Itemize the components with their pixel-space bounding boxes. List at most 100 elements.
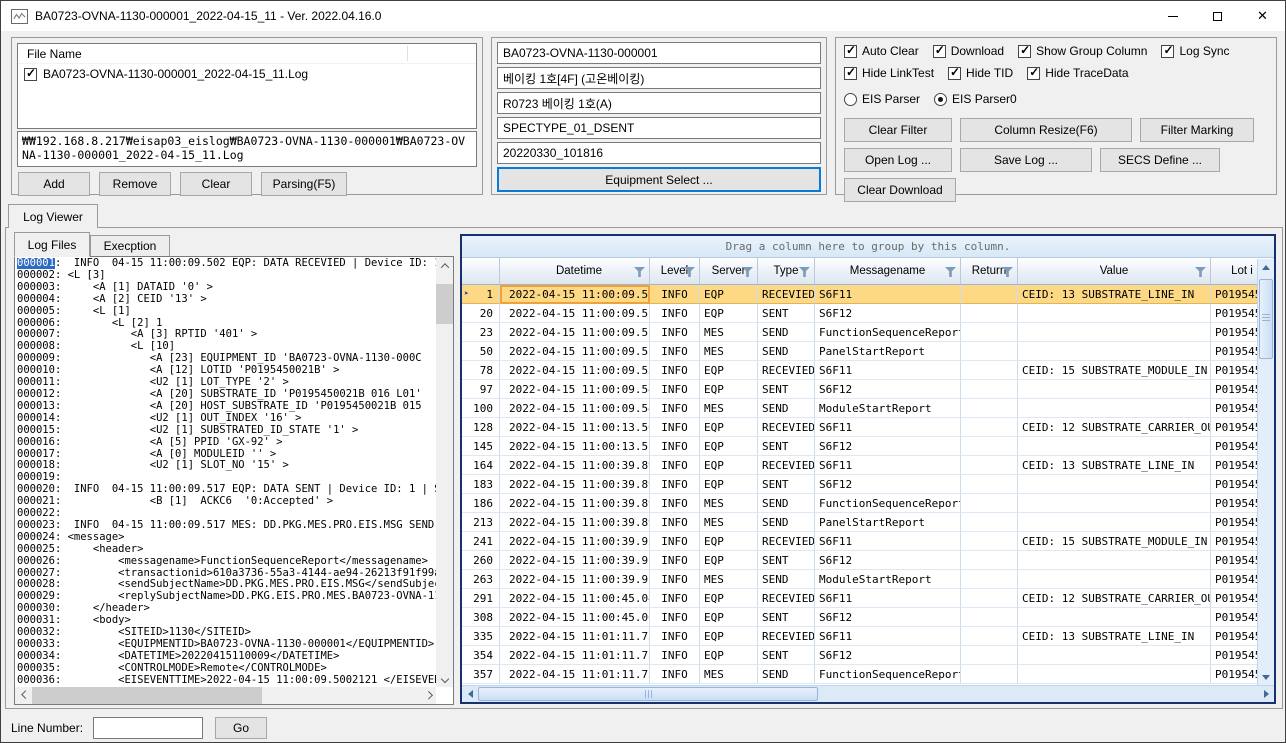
scroll-right-button[interactable] (419, 687, 436, 704)
table-row[interactable]: 782022-04-15 11:00:09.533INFOEQPRECEVIED… (462, 361, 1274, 380)
table-cell[interactable]: CEID: 15 SUBSTRATE_MODULE_IN (1018, 361, 1211, 380)
table-cell[interactable]: S6F12 (815, 380, 961, 399)
table-cell[interactable]: CEID: 13 SUBSTRATE_LINE_IN (1018, 627, 1211, 646)
maximize-button[interactable] (1195, 1, 1240, 31)
equipment-line-field[interactable]: R0723 베이킹 1호(A) (497, 92, 821, 114)
scrollbar-thumb[interactable] (436, 284, 453, 324)
table-cell[interactable] (961, 513, 1018, 532)
table-cell[interactable] (1018, 513, 1211, 532)
table-cell[interactable]: 2022-04-15 11:00:39.892 (500, 475, 650, 494)
table-cell[interactable]: SENT (758, 437, 815, 456)
table-row[interactable]: 3352022-04-15 11:01:11.756INFOEQPRECEVIE… (462, 627, 1274, 646)
column-header-level[interactable]: Level (650, 258, 700, 285)
table-cell[interactable]: EQP (700, 304, 758, 323)
table-cell[interactable] (1018, 437, 1211, 456)
table-cell[interactable] (961, 399, 1018, 418)
table-cell[interactable]: EQP (700, 646, 758, 665)
grid-horizontal-scrollbar[interactable] (462, 685, 1274, 702)
log-horizontal-scrollbar[interactable] (15, 687, 436, 704)
table-cell[interactable]: ModuleStartReport (815, 399, 961, 418)
scrollbar-thumb[interactable] (1259, 279, 1273, 359)
table-row[interactable]: 2632022-04-15 11:00:39.924INFOMESSENDMod… (462, 570, 1274, 589)
table-cell[interactable] (961, 418, 1018, 437)
table-cell[interactable]: CEID: 12 SUBSTRATE_CARRIER_OUT (1018, 418, 1211, 437)
table-cell[interactable]: S6F12 (815, 304, 961, 323)
row-number-cell[interactable]: 186 (462, 494, 500, 513)
column-header-type[interactable]: Type (758, 258, 815, 285)
table-cell[interactable]: PanelStartReport (815, 342, 961, 361)
table-cell[interactable] (961, 627, 1018, 646)
table-row[interactable]: 1862022-04-15 11:00:39.892INFOMESSENDFun… (462, 494, 1274, 513)
table-cell[interactable]: INFO (650, 608, 700, 627)
table-cell[interactable] (1018, 551, 1211, 570)
table-row[interactable]: 1452022-04-15 11:00:13.517INFOEQPSENTS6F… (462, 437, 1274, 456)
file-list-header[interactable]: File Name (18, 44, 476, 64)
table-cell[interactable]: 2022-04-15 11:00:45.049 (500, 589, 650, 608)
table-cell[interactable]: PanelStartReport (815, 513, 961, 532)
table-cell[interactable] (1018, 380, 1211, 399)
table-cell[interactable] (1018, 323, 1211, 342)
row-number-cell[interactable]: 145 (462, 437, 500, 456)
table-cell[interactable]: INFO (650, 342, 700, 361)
table-cell[interactable]: INFO (650, 627, 700, 646)
table-cell[interactable]: SEND (758, 399, 815, 418)
table-cell[interactable]: MES (700, 513, 758, 532)
filter-marking-button[interactable]: Filter Marking (1140, 118, 1254, 142)
row-number-cell[interactable]: 128 (462, 418, 500, 437)
radio-eis-parser[interactable]: EIS Parser (844, 92, 920, 106)
row-number-cell[interactable]: 78 (462, 361, 500, 380)
table-cell[interactable]: 2022-04-15 11:00:45.064 (500, 608, 650, 627)
table-row[interactable]: ➤12022-04-15 11:00:09.502INFOEQPRECEVIED… (462, 285, 1274, 304)
table-cell[interactable]: CEID: 15 SUBSTRATE_MODULE_IN (1018, 532, 1211, 551)
tab-log-viewer[interactable]: Log Viewer (8, 204, 98, 228)
column-resize-button[interactable]: Column Resize(F6) (960, 118, 1132, 142)
table-cell[interactable] (1018, 304, 1211, 323)
remove-button[interactable]: Remove (99, 172, 171, 196)
table-cell[interactable]: EQP (700, 475, 758, 494)
table-row[interactable]: 202022-04-15 11:00:09.517INFOEQPSENTS6F1… (462, 304, 1274, 323)
table-cell[interactable]: INFO (650, 323, 700, 342)
table-cell[interactable]: S6F12 (815, 646, 961, 665)
table-row[interactable]: 2412022-04-15 11:00:39.924INFOEQPRECEVIE… (462, 532, 1274, 551)
table-cell[interactable]: 2022-04-15 11:00:09.517 (500, 323, 650, 342)
spec-date-field[interactable]: 20220330_101816 (497, 142, 821, 164)
secs-define-button[interactable]: SECS Define ... (1100, 148, 1220, 172)
table-cell[interactable]: 2022-04-15 11:01:11.756 (500, 646, 650, 665)
table-cell[interactable] (961, 570, 1018, 589)
table-row[interactable]: 3572022-04-15 11:01:11.756INFOMESSENDFun… (462, 665, 1274, 684)
table-cell[interactable]: EQP (700, 456, 758, 475)
table-cell[interactable] (1018, 342, 1211, 361)
spec-type-field[interactable]: SPECTYPE_01_DSENT (497, 117, 821, 139)
group-by-bar[interactable]: Drag a column here to group by this colu… (462, 236, 1274, 258)
table-cell[interactable]: EQP (700, 532, 758, 551)
table-cell[interactable]: SEND (758, 665, 815, 684)
table-cell[interactable]: INFO (650, 589, 700, 608)
table-cell[interactable]: INFO (650, 551, 700, 570)
radio-eis-parser0[interactable]: EIS Parser0 (934, 92, 1017, 106)
table-row[interactable]: 1642022-04-15 11:00:39.892INFOEQPRECEVIE… (462, 456, 1274, 475)
table-row[interactable]: 1002022-04-15 11:00:09.548INFOMESSENDMod… (462, 399, 1274, 418)
table-row[interactable]: 2602022-04-15 11:00:39.924INFOEQPSENTS6F… (462, 551, 1274, 570)
table-cell[interactable] (961, 285, 1018, 304)
column-header-datetime[interactable]: Datetime (500, 258, 650, 285)
table-cell[interactable]: RECEVIED (758, 361, 815, 380)
table-cell[interactable]: RECEVIED (758, 456, 815, 475)
log-line[interactable]: 000036: <EISEVENTTIME>2022-04-15 11:00:0… (17, 675, 436, 687)
table-cell[interactable]: MES (700, 494, 758, 513)
table-cell[interactable]: 2022-04-15 11:00:39.924 (500, 532, 650, 551)
table-row[interactable]: 232022-04-15 11:00:09.517INFOMESSENDFunc… (462, 323, 1274, 342)
table-cell[interactable]: SENT (758, 380, 815, 399)
row-number-cell[interactable]: 183 (462, 475, 500, 494)
filter-funnel-icon[interactable] (1195, 267, 1206, 277)
table-cell[interactable]: S6F12 (815, 551, 961, 570)
table-cell[interactable]: 2022-04-15 11:00:09.548 (500, 399, 650, 418)
close-button[interactable]: ✕ (1240, 1, 1285, 31)
filter-funnel-icon[interactable] (799, 267, 810, 277)
column-header-messagename[interactable]: Messagename (815, 258, 961, 285)
table-cell[interactable]: EQP (700, 285, 758, 304)
table-cell[interactable]: RECEVIED (758, 285, 815, 304)
table-cell[interactable]: 2022-04-15 11:00:09.517 (500, 304, 650, 323)
checkbox-hide-tracedata[interactable]: Hide TraceData (1027, 66, 1128, 80)
table-cell[interactable]: S6F12 (815, 475, 961, 494)
row-number-cell[interactable]: 263 (462, 570, 500, 589)
